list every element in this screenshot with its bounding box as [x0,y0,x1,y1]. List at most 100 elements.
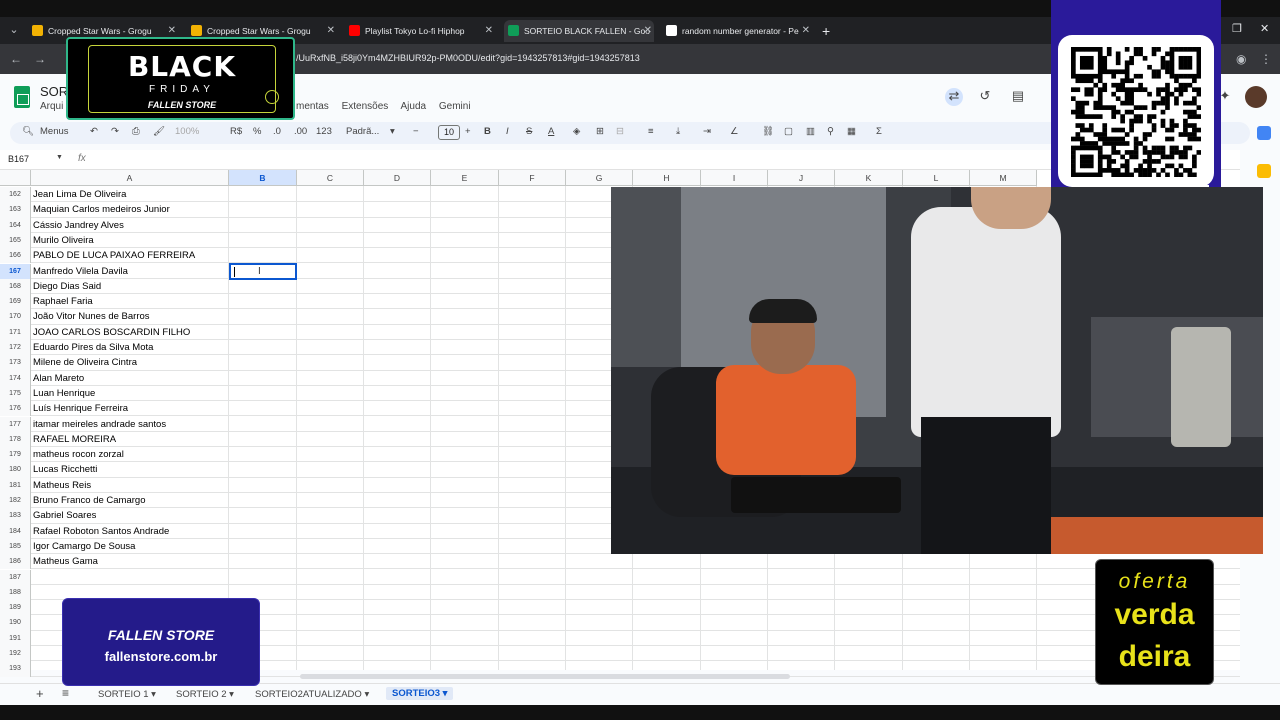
avatar[interactable] [1245,86,1267,108]
sheet-tab-sorteio-1[interactable]: SORTEIO 1 ▾ [98,689,156,700]
sheet-tab-sorteio2atualizado[interactable]: SORTEIO2ATUALIZADO ▾ [255,689,369,700]
cell-a[interactable]: Raphael Faria [33,294,93,309]
sheet-tab-sorteio-2[interactable]: SORTEIO 2 ▾ [176,689,234,700]
sheet-tab-sorteio3[interactable]: SORTEIO3 ▾ [386,687,454,700]
row-header[interactable]: 184 [0,523,31,539]
insert-comment-icon[interactable]: ▢ [784,126,793,137]
menu-file[interactable]: Arqui [40,101,63,112]
cell-a[interactable]: Murilo Oliveira [33,233,94,248]
tab-close-icon[interactable]: ✕ [485,20,493,42]
row-header[interactable]: 181 [0,477,31,493]
column-header[interactable]: A [31,170,229,186]
row-header[interactable]: 183 [0,508,31,524]
menu-gemini[interactable]: Gemini [439,101,471,112]
profile-icon[interactable]: ◉ [1236,52,1246,66]
cell-a[interactable]: Igor Camargo De Sousa [33,539,135,554]
row-header[interactable]: 178 [0,431,31,448]
horizontal-align-icon[interactable]: ≡ [648,126,654,137]
text-wrap-icon[interactable]: ⇥ [703,126,711,137]
row-header[interactable]: 180 [0,462,31,478]
browser-tab[interactable]: random number generator - Pe ✕ [662,20,812,42]
url-field[interactable]: /UuRxfNB_i58ji0Ym4MZHBIUR92p-PM0ODU/edit… [296,53,640,63]
decrease-font-size-icon[interactable]: − [413,126,419,137]
fill-color-icon[interactable]: ◈ [573,126,580,137]
row-header[interactable]: 192 [0,646,31,662]
history-icon[interactable]: ↺ [976,88,994,106]
back-icon[interactable]: ← [10,52,22,66]
select-all-corner[interactable] [0,170,31,186]
row-header[interactable]: 190 [0,615,31,631]
menu-tools[interactable]: mentas [296,101,329,112]
column-header[interactable]: L [903,170,970,186]
column-header[interactable]: J [768,170,835,186]
name-box-chevron-icon[interactable]: ▼ [56,154,63,161]
row-header[interactable]: 171 [0,324,31,340]
cell-a[interactable]: Diego Dias Said [33,279,101,294]
column-header[interactable]: B [229,170,297,186]
strikethrough-icon[interactable]: S [526,126,532,137]
functions-icon[interactable]: Σ [876,126,882,137]
browser-tab[interactable]: Playlist Tokyo Lo-fi Hiphop ✕ [345,20,495,42]
new-tab-button[interactable]: + [822,20,830,42]
tab-close-icon[interactable]: ✕ [644,20,652,42]
row-header[interactable]: 191 [0,630,31,646]
cell-a[interactable]: RAFAEL MOREIRA [33,432,116,447]
maximize-icon[interactable]: ❐ [1232,22,1242,35]
cell-a[interactable]: itamar meireles andrade santos [33,417,166,432]
all-sheets-icon[interactable]: ≡ [62,686,69,700]
undo-icon[interactable]: ↶ [90,126,98,137]
row-header[interactable]: 187 [0,569,31,585]
sheets-logo-icon[interactable] [14,86,30,108]
row-header[interactable]: 188 [0,584,31,601]
cell-a[interactable]: Rafael Roboton Santos Andrade [33,524,169,539]
calendar-icon[interactable] [1257,126,1271,140]
filter-views-icon[interactable]: ▦ [847,126,856,137]
name-box[interactable]: B167 [8,154,29,164]
keep-icon[interactable] [1257,164,1271,178]
column-header[interactable]: E [431,170,499,186]
horizontal-scrollbar[interactable] [300,674,790,679]
row-header[interactable]: 170 [0,309,31,325]
text-color-icon[interactable]: A [548,126,554,137]
search-menus-button[interactable]: Menus [40,126,69,137]
currency-format-button[interactable]: R$ [230,126,242,137]
cell-a[interactable]: Jean Lima De Oliveira [33,187,126,202]
forward-icon[interactable]: → [34,52,46,66]
column-header[interactable]: M [970,170,1037,186]
row-header[interactable]: 177 [0,416,31,432]
tab-search-icon[interactable]: ⌄ [6,22,22,38]
borders-icon[interactable]: ⊞ [596,126,604,137]
row-header[interactable]: 176 [0,401,31,417]
search-menus-icon[interactable]: 🔍︎ [22,126,34,137]
more-icon[interactable]: ⋮ [1260,52,1272,66]
filter-icon[interactable]: ⚲ [827,126,834,137]
zoom-select[interactable]: 100% [175,126,199,137]
cell-a[interactable]: Milene de Oliveira Cintra [33,355,137,370]
font-size-input[interactable]: 10 [438,125,460,140]
row-header[interactable]: 167 [0,263,31,279]
row-header[interactable]: 172 [0,340,31,356]
cell-a[interactable]: João Vitor Nunes de Barros [33,309,150,324]
column-header[interactable]: I [701,170,768,186]
redo-icon[interactable]: ↷ [111,126,119,137]
tab-close-icon[interactable]: ✕ [327,20,335,42]
row-header[interactable]: 186 [0,554,31,570]
cell-a[interactable]: Luan Henrique [33,386,95,401]
cell-a[interactable]: Matheus Gama [33,554,98,569]
row-header[interactable]: 193 [0,661,31,677]
add-sheet-icon[interactable]: + [36,686,44,701]
percent-format-button[interactable]: % [253,126,261,137]
text-rotation-icon[interactable]: ∠ [730,126,739,137]
cell-a[interactable]: PABLO DE LUCA PAIXAO FERREIRA [33,248,195,263]
cell-a[interactable]: Lucas Ricchetti [33,462,97,477]
cell-a[interactable]: Eduardo Pires da Silva Mota [33,340,153,355]
row-header[interactable]: 182 [0,493,31,509]
row-header[interactable]: 175 [0,385,31,402]
menu-extensions[interactable]: Extensões [342,101,389,112]
row-header[interactable]: 165 [0,232,31,249]
document-title[interactable]: SOR [40,84,68,99]
tab-close-icon[interactable]: ✕ [802,20,810,42]
row-header[interactable]: 163 [0,202,31,218]
italic-button[interactable]: I [506,126,509,137]
column-header[interactable]: K [835,170,903,186]
